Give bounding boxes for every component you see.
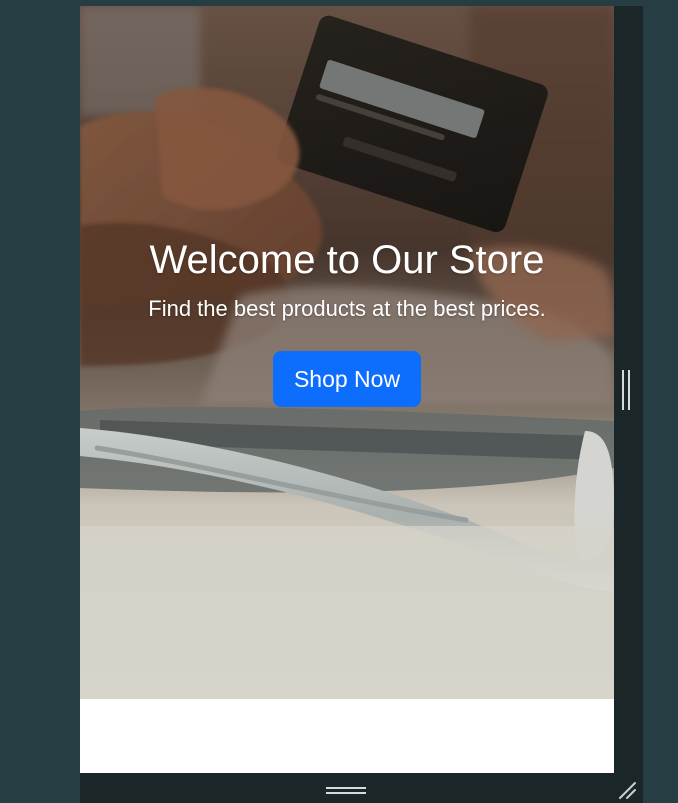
horizontal-resize-handle-icon[interactable] bbox=[326, 784, 366, 796]
resize-corner-icon[interactable] bbox=[616, 779, 638, 801]
shop-now-button[interactable]: Shop Now bbox=[273, 351, 421, 407]
handle-line bbox=[622, 370, 624, 410]
vertical-resize-handle-icon[interactable] bbox=[622, 370, 632, 410]
hero-content: Welcome to Our Store Find the best produ… bbox=[80, 234, 614, 407]
handle-line bbox=[326, 787, 366, 789]
hero-subtitle: Find the best products at the best price… bbox=[148, 296, 546, 321]
hero-section: Welcome to Our Store Find the best produ… bbox=[80, 6, 614, 699]
preview-viewport: Welcome to Our Store Find the best produ… bbox=[80, 6, 614, 773]
responsive-preview-workspace: Welcome to Our Store Find the best produ… bbox=[0, 0, 678, 803]
handle-line bbox=[326, 792, 366, 794]
handle-line bbox=[628, 370, 630, 410]
hero-title: Welcome to Our Store bbox=[149, 238, 545, 282]
device-frame: Welcome to Our Store Find the best produ… bbox=[80, 6, 643, 803]
